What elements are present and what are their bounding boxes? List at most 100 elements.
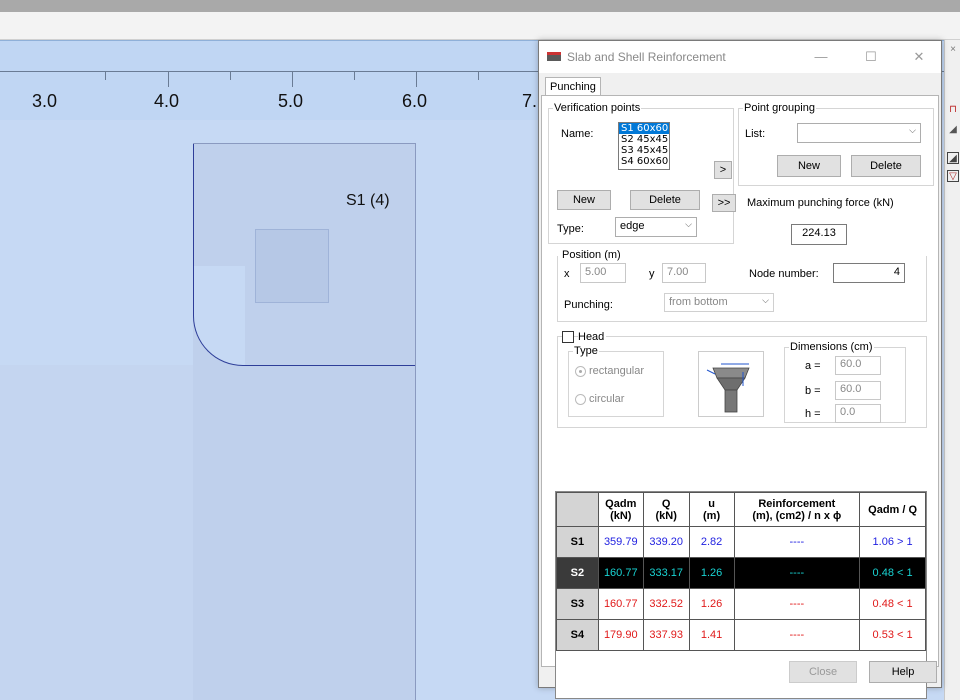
list-label: List: [745, 128, 766, 140]
ruler-label: 3.0 [32, 91, 58, 111]
point-grouping-group: Point grouping List: ⌵ New Delete [738, 102, 934, 186]
delete-point-button[interactable]: Delete [630, 190, 700, 210]
ruler-tick [478, 72, 479, 80]
table-cell-ratio: 0.48 < 1 [859, 588, 926, 620]
table-row[interactable]: S2 160.77 333.17 1.26 ---- 0.48 < 1 [556, 557, 926, 589]
name-label: Name: [561, 128, 594, 140]
rectangular-radio[interactable] [575, 366, 586, 377]
new-point-button[interactable]: New [557, 190, 611, 210]
ruler-tick [230, 72, 231, 80]
head-label: Head [578, 331, 607, 343]
minimize-icon[interactable]: — [811, 47, 831, 67]
list-item[interactable]: S3 45x45 [619, 145, 669, 156]
table-cell-id: S4 [556, 619, 599, 651]
type-value: edge [620, 220, 645, 232]
verification-points-legend: Verification points [553, 102, 642, 114]
column-s1[interactable] [255, 229, 329, 303]
reinforcement-tool-icon[interactable]: ◢ [947, 152, 959, 164]
points-listbox[interactable]: S1 60x60 S2 45x45 S3 45x45 S4 60x60 [618, 122, 670, 170]
tab-punching[interactable]: Punching [545, 77, 601, 96]
table-cell-qadm: 179.90 [597, 619, 644, 651]
node-number-field[interactable]: 4 [833, 263, 905, 283]
ruler-label: 6.0 [402, 91, 428, 111]
h-field[interactable]: 0.0 [835, 404, 881, 423]
close-button[interactable]: Close [789, 661, 857, 683]
dialog-titlebar[interactable]: Slab and Shell Reinforcement — ☐ ✕ [539, 41, 941, 73]
y-label: y [649, 268, 655, 280]
punching-tab-body: Verification points Name: S1 60x60 S2 45… [541, 95, 939, 699]
dialog-title: Slab and Shell Reinforcement [567, 50, 726, 64]
a-field[interactable]: 60.0 [835, 356, 881, 375]
punching-combo[interactable]: from bottom ⌵ [664, 293, 774, 312]
ruler-label: 4.0 [154, 91, 180, 111]
max-punching-force-field[interactable]: 224.13 [791, 224, 847, 245]
x-field[interactable]: 5.00 [580, 263, 626, 283]
circular-radio[interactable] [575, 394, 586, 405]
add-all-to-group-button[interactable]: >> [712, 194, 736, 212]
table-cell-qadm: 160.77 [597, 557, 644, 589]
add-to-group-button[interactable]: > [714, 161, 732, 179]
y-field[interactable]: 7.00 [662, 263, 706, 283]
table-cell-qadm: 359.79 [597, 526, 644, 558]
x-label: x [564, 268, 570, 280]
table-row[interactable]: S1 359.79 339.20 2.82 ---- 1.06 > 1 [556, 526, 926, 558]
table-cell-q: 333.17 [642, 557, 690, 589]
window-top-strip [0, 0, 960, 12]
close-icon[interactable]: ✕ [909, 47, 929, 67]
table-cell-ratio: 0.48 < 1 [859, 557, 926, 589]
chevron-down-icon: ⌵ [685, 219, 692, 229]
table-cell-u: 1.26 [688, 588, 735, 620]
dimensions-group: Dimensions (cm) a = 60.0 b = 60.0 h = 0.… [784, 341, 906, 423]
table-row[interactable]: S4 179.90 337.93 1.41 ---- 0.53 < 1 [556, 619, 926, 651]
table-row[interactable]: S3 160.77 332.52 1.26 ---- 0.48 < 1 [556, 588, 926, 620]
punching-tool-icon[interactable]: ▽ [947, 170, 959, 182]
table-cell-q: 332.52 [642, 588, 690, 620]
slab-shell-reinforcement-dialog: Slab and Shell Reinforcement — ☐ ✕ Punch… [538, 40, 942, 699]
side-toolbar: × ⊓ ◢ ◢ ▽ [944, 40, 960, 700]
rectangular-label: rectangular [589, 365, 645, 377]
table-header-u: u (m) [688, 492, 735, 527]
ruler-label: 5.0 [278, 91, 304, 111]
position-group: Position (m) x 5.00 y 7.00 Node number: … [557, 249, 927, 322]
chevron-down-icon: ⌵ [909, 125, 916, 135]
table-cell-reinf: ---- [733, 588, 861, 620]
a-label: a = [805, 360, 821, 372]
slab-tool-icon[interactable]: ◢ [947, 124, 959, 136]
ruler-tick [354, 72, 355, 80]
help-button[interactable]: Help [869, 661, 937, 683]
b-field[interactable]: 60.0 [835, 381, 881, 400]
slab-edge-line [244, 365, 416, 366]
table-cell-u: 2.82 [688, 526, 735, 558]
head-type-group: Type rectangular circular [568, 345, 664, 417]
table-cell-id: S1 [556, 526, 599, 558]
ruler-tick [168, 72, 169, 87]
group-list-combo[interactable]: ⌵ [797, 123, 921, 143]
head-checkbox[interactable] [562, 331, 574, 343]
table-cell-q: 339.20 [642, 526, 690, 558]
delete-group-button[interactable]: Delete [851, 155, 921, 177]
table-cell-u: 1.26 [688, 557, 735, 589]
punching-label: Punching: [564, 299, 613, 311]
column-label: S1 (4) [346, 192, 390, 209]
ruler-tick [292, 72, 293, 87]
pin-icon[interactable]: × [947, 44, 959, 56]
slab-boundary-line [415, 143, 416, 700]
table-header-qadm: Qadm (kN) [597, 492, 644, 527]
circular-label: circular [589, 393, 625, 405]
toolbar-area [0, 12, 960, 40]
list-item[interactable]: S1 60x60 [619, 123, 669, 134]
new-group-button[interactable]: New [777, 155, 841, 177]
column-tool-icon[interactable]: ⊓ [947, 104, 959, 116]
type-label: Type: [557, 223, 584, 235]
list-item[interactable]: S4 60x60 [619, 156, 669, 167]
type-combo[interactable]: edge ⌵ [615, 217, 697, 237]
head-group: Head Type rectangular circular Dimension… [557, 331, 927, 428]
point-grouping-legend: Point grouping [743, 102, 816, 114]
ruler-tick [105, 72, 106, 80]
table-cell-reinf: ---- [733, 557, 861, 589]
table-cell-qadm: 160.77 [597, 588, 644, 620]
maximize-icon[interactable]: ☐ [861, 47, 881, 67]
list-item[interactable]: S2 45x45 [619, 134, 669, 145]
dimensions-legend: Dimensions (cm) [789, 341, 874, 353]
table-cell-reinf: ---- [733, 526, 861, 558]
